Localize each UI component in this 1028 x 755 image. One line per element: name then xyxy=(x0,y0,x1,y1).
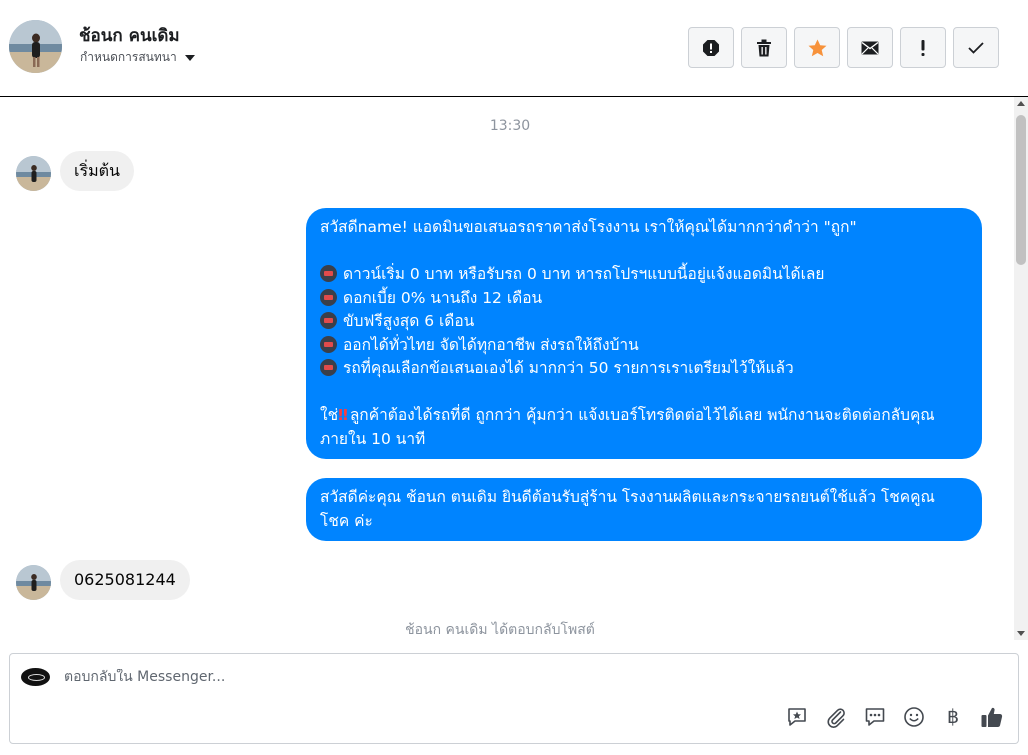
thumbs-up-icon[interactable] xyxy=(980,705,1004,729)
smiley-icon[interactable] xyxy=(902,705,926,729)
check-icon xyxy=(968,41,984,54)
trash-icon xyxy=(756,39,772,57)
contact-avatar-small xyxy=(16,156,51,191)
thread-scrollbar[interactable] xyxy=(1014,97,1028,640)
message-line: ขับฟรีสูงสุด 6 เดือน xyxy=(320,310,968,334)
star-button[interactable] xyxy=(794,27,840,68)
post-reply-note: ช้อนก คนเดิม ได้ตอบกลับโพสต์ xyxy=(405,622,595,638)
scroll-down-arrow-icon[interactable] xyxy=(1017,631,1025,636)
message-timestamp: 13:30 xyxy=(489,118,531,134)
baht-icon[interactable]: ฿ xyxy=(941,705,965,729)
delete-button[interactable] xyxy=(741,27,787,68)
incoming-message[interactable]: 0625081244 xyxy=(60,560,190,600)
follow-up-button[interactable] xyxy=(900,27,946,68)
spam-button[interactable] xyxy=(688,27,734,68)
contact-avatar[interactable] xyxy=(9,20,62,73)
incoming-message[interactable]: เริ่มต้น xyxy=(60,151,134,191)
car-emoji-icon xyxy=(320,265,337,282)
car-emoji-icon xyxy=(320,335,337,353)
car-emoji-icon xyxy=(320,312,337,329)
chevron-down-icon xyxy=(184,54,195,61)
car-emoji-icon xyxy=(320,359,337,376)
scrollbar-thumb[interactable] xyxy=(1016,115,1026,265)
mark-unread-button[interactable] xyxy=(847,27,893,68)
chat-bubble-icon[interactable] xyxy=(863,705,887,729)
conversation-actions xyxy=(688,27,999,68)
saved-reply-icon[interactable] xyxy=(785,705,809,729)
mark-done-button[interactable] xyxy=(953,27,999,68)
message-line: ใช่‼ ลูกค้าต้องได้รถที่ดี ถูกกว่า คุ้มกว่… xyxy=(320,406,935,448)
conversation-header: ช้อนก คนเดิม กำหนดการสนทนา xyxy=(0,0,1028,97)
composer-tools: ฿ xyxy=(785,705,1004,729)
assign-conversation-dropdown[interactable]: กำหนดการสนทนา xyxy=(80,48,195,67)
reply-input[interactable] xyxy=(64,669,964,685)
paperclip-icon[interactable] xyxy=(824,705,848,729)
scroll-up-arrow-icon[interactable] xyxy=(1017,101,1025,106)
message-line: ดาวน์เริ่ม 0 บาท หรือรับรถ 0 บาท หารถโปร… xyxy=(320,263,968,287)
message-line: รถที่คุณเลือกข้อเสนอเองได้ มากกว่า 50 รา… xyxy=(320,357,968,381)
double-exclamation-icon: ‼ xyxy=(338,406,348,424)
alert-octagon-icon xyxy=(702,39,720,57)
car-emoji-icon xyxy=(320,288,337,306)
message-thread[interactable]: 13:30 เริ่มต้น สวัสดีname! แอดมินขอเสนอร… xyxy=(0,97,1014,640)
message-line: ออกได้ทั่วไทย จัดได้ทุกอาชีพ ส่งรถให้ถึง… xyxy=(320,334,968,358)
message-line: สวัสดีค่ะคุณ ช้อนก ตนเดิม ยินดีต้อนรับสู… xyxy=(320,488,935,530)
message-line: สวัสดีname! แอดมินขอเสนอรถราคาส่งโรงงาน … xyxy=(320,218,857,236)
message-line xyxy=(320,381,968,405)
message-line xyxy=(320,240,968,264)
star-icon xyxy=(808,39,827,57)
exclamation-icon xyxy=(920,39,926,56)
assign-label: กำหนดการสนทนา xyxy=(80,50,177,64)
contact-avatar-small xyxy=(16,565,51,600)
message-line: ดอกเบี้ย 0% นานถึง 12 เดือน xyxy=(320,287,968,311)
reply-composer: ฿ xyxy=(9,653,1019,744)
page-logo xyxy=(21,668,50,686)
envelope-icon xyxy=(861,41,879,55)
contact-name[interactable]: ช้อนก คนเดิม xyxy=(79,22,180,49)
outgoing-message[interactable]: สวัสดีname! แอดมินขอเสนอรถราคาส่งโรงงาน … xyxy=(306,208,982,459)
outgoing-message[interactable]: สวัสดีค่ะคุณ ช้อนก ตนเดิม ยินดีต้อนรับสู… xyxy=(306,478,982,541)
